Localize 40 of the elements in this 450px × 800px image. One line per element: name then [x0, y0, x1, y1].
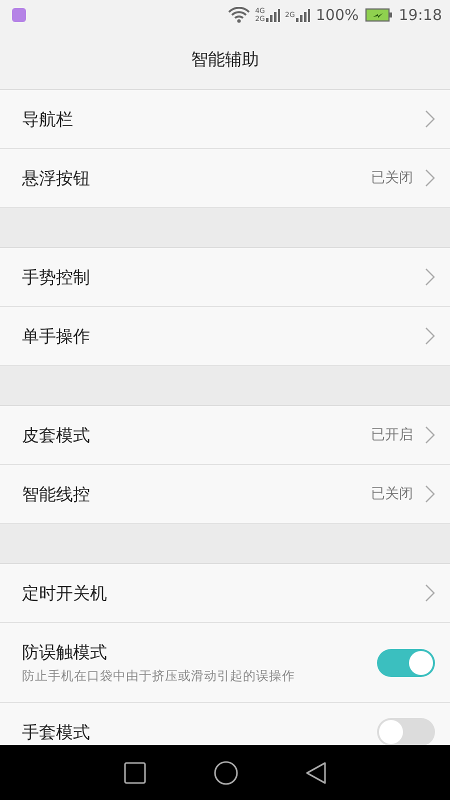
battery-charging-icon — [364, 8, 393, 22]
wifi-icon — [228, 7, 250, 23]
settings-row[interactable]: 皮套模式 已开启 — [0, 406, 450, 465]
row-value: 已关闭 — [371, 169, 413, 187]
signal-icon — [296, 8, 310, 22]
settings-row[interactable]: 悬浮按钮 已关闭 — [0, 149, 450, 208]
chevron-icon — [425, 268, 435, 286]
row-description: 防止手机在口袋中由于挤压或滑动引起的误操作 — [22, 668, 296, 684]
page-title: 智能辅助 — [191, 49, 259, 71]
settings-row[interactable]: 手势控制 — [0, 248, 450, 307]
chevron-icon — [425, 169, 435, 187]
app-notification-icon — [12, 8, 26, 22]
row-label: 单手操作 — [22, 326, 91, 348]
chevron-icon — [425, 426, 435, 444]
recents-icon[interactable] — [124, 762, 146, 784]
settings-row[interactable]: 单手操作 — [0, 307, 450, 366]
settings-row[interactable]: 智能线控 已关闭 — [0, 465, 450, 524]
toggle-switch[interactable] — [377, 648, 435, 676]
settings-row[interactable]: 导航栏 — [0, 90, 450, 149]
row-label: 导航栏 — [22, 108, 74, 130]
chevron-icon — [425, 110, 435, 128]
toggle-switch[interactable] — [377, 718, 435, 745]
row-label: 智能线控 — [22, 484, 91, 506]
signal-icon — [266, 8, 280, 22]
settings-row[interactable]: 定时开关机 — [0, 564, 450, 623]
row-label: 手势控制 — [22, 266, 91, 288]
chevron-icon — [425, 485, 435, 503]
row-label: 悬浮按钮 — [22, 168, 91, 190]
row-label: 防误触模式 — [22, 642, 108, 664]
row-value: 已开启 — [371, 426, 413, 444]
home-icon[interactable] — [214, 760, 238, 784]
chevron-icon — [425, 584, 435, 602]
clock: 19:18 — [398, 6, 442, 24]
chevron-icon — [425, 327, 435, 345]
row-label: 定时开关机 — [22, 582, 108, 604]
back-icon[interactable] — [306, 762, 326, 784]
battery-percent: 100% — [316, 6, 359, 24]
row-value: 已关闭 — [371, 485, 413, 503]
row-label: 手套模式 — [22, 722, 91, 744]
row-label: 皮套模式 — [22, 424, 91, 446]
